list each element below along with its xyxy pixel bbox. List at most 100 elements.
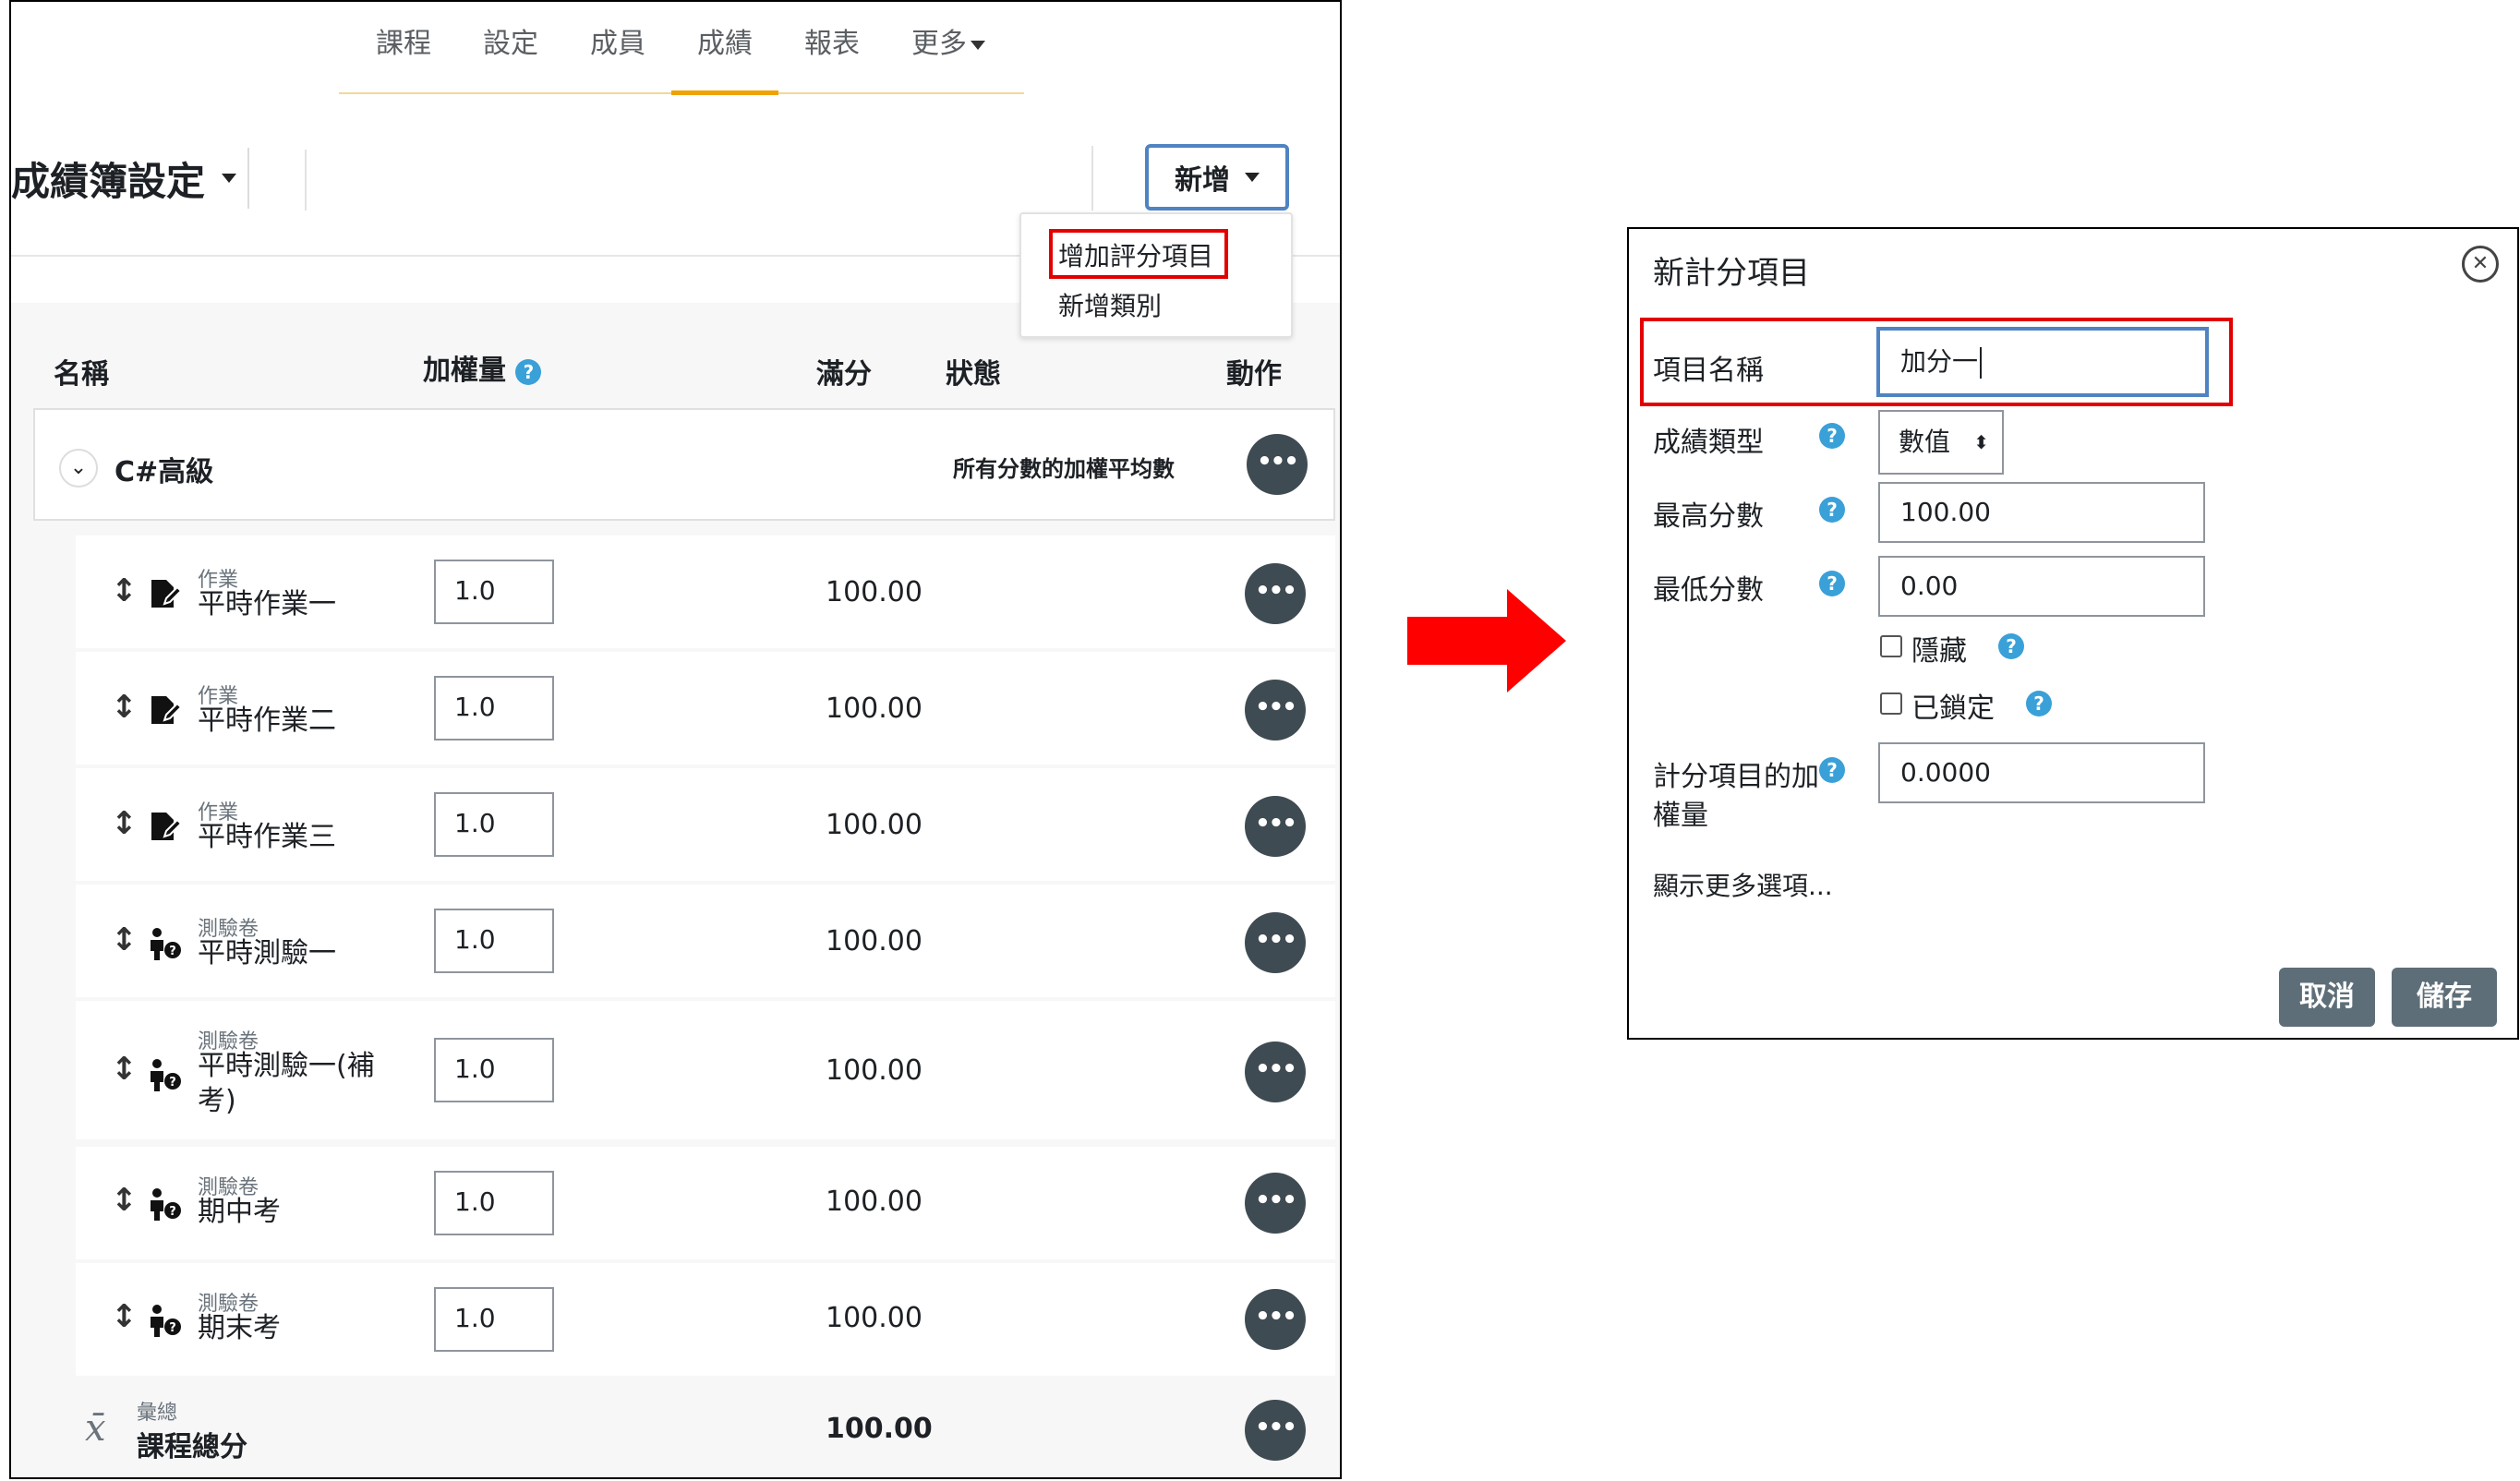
sort-arrows-icon: ⬍ xyxy=(1973,431,1989,453)
weight-input[interactable]: 0.0000 xyxy=(1878,742,2205,803)
nav-item-settings[interactable]: 設定 xyxy=(483,20,538,61)
assignment-icon xyxy=(151,813,183,840)
weight-input[interactable]: 1.0 xyxy=(434,1038,554,1102)
item-name-link[interactable]: 平時作業二 xyxy=(198,704,392,739)
item-name-link[interactable]: 期中考 xyxy=(198,1195,392,1230)
grade-type-label: 成績類型 xyxy=(1653,427,1764,459)
assignment-icon xyxy=(151,580,183,608)
item-name-link[interactable]: 平時作業一 xyxy=(198,587,392,622)
grade-type-select[interactable]: 數值 ⬍ xyxy=(1878,410,2004,475)
move-icon[interactable]: ↕ xyxy=(111,1298,138,1335)
nav-more-label: 更多 xyxy=(911,28,967,60)
weight-input[interactable]: 1.0 xyxy=(434,676,554,740)
sigma-icon: x̄ xyxy=(85,1407,106,1450)
more-actions-button[interactable]: ••• xyxy=(1245,1400,1306,1461)
help-icon[interactable]: ? xyxy=(515,358,542,385)
nav-item-course[interactable]: 課程 xyxy=(376,20,431,61)
col-header-name: 名稱 xyxy=(54,358,109,391)
table-row: ↕ ? 測驗卷 期中考 1.0 100.00 ••• xyxy=(76,1147,1335,1259)
nav-item-more[interactable]: 更多 xyxy=(911,20,985,61)
more-actions-button[interactable]: ••• xyxy=(1245,680,1306,740)
course-total-name: 課程總分 xyxy=(137,1431,247,1463)
chevron-down-icon xyxy=(1245,173,1260,182)
col-header-weight-label: 加權量 xyxy=(423,355,506,387)
move-icon[interactable]: ↕ xyxy=(111,1182,138,1219)
max-grade-label: 最高分數 xyxy=(1653,500,1764,533)
page-title-selector[interactable]: 成績簿設定 xyxy=(11,148,250,209)
locked-checkbox[interactable] xyxy=(1880,692,1902,715)
table-row: ↕ ? 測驗卷 平時測驗一(補考) 1.0 100.00 ••• xyxy=(76,1001,1335,1139)
hidden-label: 隱藏 xyxy=(1911,635,1967,668)
nav-item-reports[interactable]: 報表 xyxy=(804,20,860,61)
more-actions-button[interactable]: ••• xyxy=(1245,912,1306,973)
course-total-row: x̄ 彙總 課程總分 100.00 ••• xyxy=(76,1376,1335,1477)
item-name-input[interactable]: 加分一 xyxy=(1876,327,2209,397)
max-grade: 100.00 xyxy=(826,1413,933,1445)
max-grade: 100.00 xyxy=(826,1186,922,1218)
svg-text:?: ? xyxy=(169,1321,176,1335)
more-actions-button[interactable]: ••• xyxy=(1247,434,1308,495)
help-icon[interactable]: ? xyxy=(2026,691,2052,716)
min-grade-input[interactable]: 0.00 xyxy=(1878,556,2205,617)
save-button[interactable]: 儲存 xyxy=(2392,968,2497,1027)
weight-input[interactable]: 1.0 xyxy=(434,1287,554,1352)
nav-item-participants[interactable]: 成員 xyxy=(590,20,645,61)
table-row: ↕ 作業 平時作業三 1.0 100.00 ••• xyxy=(76,768,1335,881)
add-button[interactable]: 新增 xyxy=(1145,144,1289,211)
move-icon[interactable]: ↕ xyxy=(111,1051,138,1088)
max-grade: 100.00 xyxy=(826,692,922,725)
collapse-chevron-icon[interactable]: ⌄ xyxy=(59,449,98,488)
locked-label: 已鎖定 xyxy=(1911,692,1995,725)
more-actions-button[interactable]: ••• xyxy=(1245,796,1306,857)
cancel-button[interactable]: 取消 xyxy=(2279,968,2375,1027)
help-icon[interactable]: ? xyxy=(1998,633,2024,659)
weight-label-line2: 權量 xyxy=(1653,800,1708,832)
add-dropdown-menu: 增加評分項目 新增類別 xyxy=(1019,212,1293,338)
item-name-link[interactable]: 平時作業三 xyxy=(198,820,392,855)
course-nav: 課程 設定 成員 成績 報表 更多 xyxy=(339,2,1024,95)
move-icon[interactable]: ↕ xyxy=(111,921,138,958)
more-actions-button[interactable]: ••• xyxy=(1245,1042,1306,1102)
help-icon[interactable]: ? xyxy=(1819,497,1845,523)
help-icon[interactable]: ? xyxy=(1819,423,1845,449)
table-row: ↕ 作業 平時作業一 1.0 100.00 ••• xyxy=(76,536,1335,648)
nav-item-grades[interactable]: 成績 xyxy=(697,20,753,61)
col-header-status: 狀態 xyxy=(946,358,1001,391)
weight-label-line1: 計分項目的加 xyxy=(1653,761,1819,793)
arrow-right-icon xyxy=(1407,589,1566,692)
item-type: 彙總 xyxy=(137,1402,178,1425)
item-name-link[interactable]: 平時測驗一 xyxy=(198,936,392,971)
help-icon[interactable]: ? xyxy=(1819,757,1845,783)
weight-input[interactable]: 1.0 xyxy=(434,560,554,624)
page-title: 成績簿設定 xyxy=(11,158,206,204)
item-name-link[interactable]: 期末考 xyxy=(198,1311,392,1346)
move-icon[interactable]: ↕ xyxy=(111,689,138,726)
svg-text:?: ? xyxy=(169,1205,176,1219)
quiz-icon: ? xyxy=(151,1059,181,1091)
item-name-link[interactable]: 平時測驗一(補考) xyxy=(198,1049,392,1119)
table-row: ↕ 作業 平時作業二 1.0 100.00 ••• xyxy=(76,652,1335,765)
move-icon[interactable]: ↕ xyxy=(111,572,138,609)
max-grade-input[interactable]: 100.00 xyxy=(1878,482,2205,543)
add-button-label: 新增 xyxy=(1175,164,1230,197)
hidden-checkbox[interactable] xyxy=(1880,635,1902,657)
divider xyxy=(1091,146,1093,211)
max-grade: 100.00 xyxy=(826,809,922,841)
min-grade-label: 最低分數 xyxy=(1653,574,1764,607)
move-icon[interactable]: ↕ xyxy=(111,805,138,842)
show-more-link[interactable]: 顯示更多選項... xyxy=(1653,866,1833,903)
max-grade: 100.00 xyxy=(826,1302,922,1334)
close-icon[interactable]: ✕ xyxy=(2462,246,2499,283)
help-icon[interactable]: ? xyxy=(1819,571,1845,596)
more-actions-button[interactable]: ••• xyxy=(1245,563,1306,624)
weight-input[interactable]: 1.0 xyxy=(434,792,554,857)
menu-item-add-category[interactable]: 新增類別 xyxy=(1058,286,1162,323)
weight-input[interactable]: 1.0 xyxy=(434,909,554,973)
category-aggregation: 所有分數的加權平均數 xyxy=(953,456,1175,482)
more-actions-button[interactable]: ••• xyxy=(1245,1173,1306,1234)
col-header-weight: 加權量 ? xyxy=(423,347,542,388)
more-actions-button[interactable]: ••• xyxy=(1245,1289,1306,1350)
grade-type-value: 數值 xyxy=(1899,427,1951,457)
weight-input[interactable]: 1.0 xyxy=(434,1171,554,1235)
modal-title: 新計分項目 xyxy=(1653,255,1810,292)
